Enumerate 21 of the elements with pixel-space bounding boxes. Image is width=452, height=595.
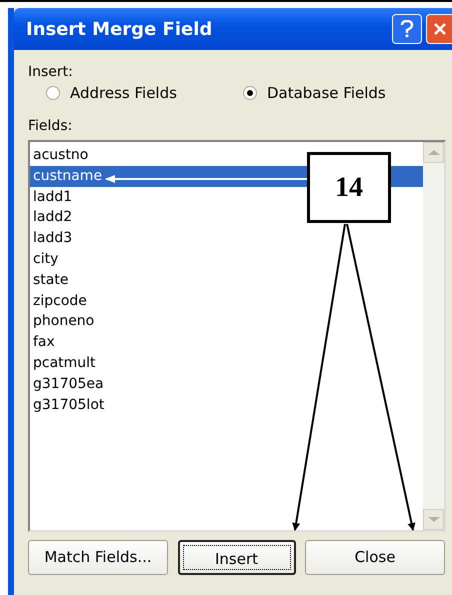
list-item[interactable]: state (30, 270, 72, 291)
fields-label: Fields: (28, 118, 74, 134)
list-item[interactable]: pcatmult (30, 352, 99, 374)
radio-option[interactable]: Address Fields (46, 84, 177, 102)
list-item[interactable]: phoneno (30, 311, 98, 332)
list-item[interactable]: zipcode (30, 290, 90, 312)
dialog-button[interactable]: Close (305, 540, 445, 575)
list-item[interactable]: ladd2 (30, 207, 76, 228)
list-item[interactable]: ladd1 (30, 186, 76, 208)
window-title: Insert Merge Field (26, 18, 214, 40)
dialog-button[interactable]: Insert (178, 540, 296, 575)
insert-label: Insert: (28, 64, 74, 80)
list-item[interactable]: ladd3 (30, 228, 76, 249)
list-item[interactable]: acustno (30, 145, 92, 166)
list-item[interactable]: g31705lot (30, 394, 108, 416)
list-item[interactable]: fax (30, 332, 58, 353)
list-item[interactable]: city (30, 248, 62, 270)
callout-tooltip: 14 (307, 152, 391, 223)
radio-option[interactable]: Database Fields (242, 84, 386, 102)
list-item[interactable]: g31705ea (30, 374, 107, 395)
dialog-button[interactable]: Match Fields... (28, 540, 168, 575)
